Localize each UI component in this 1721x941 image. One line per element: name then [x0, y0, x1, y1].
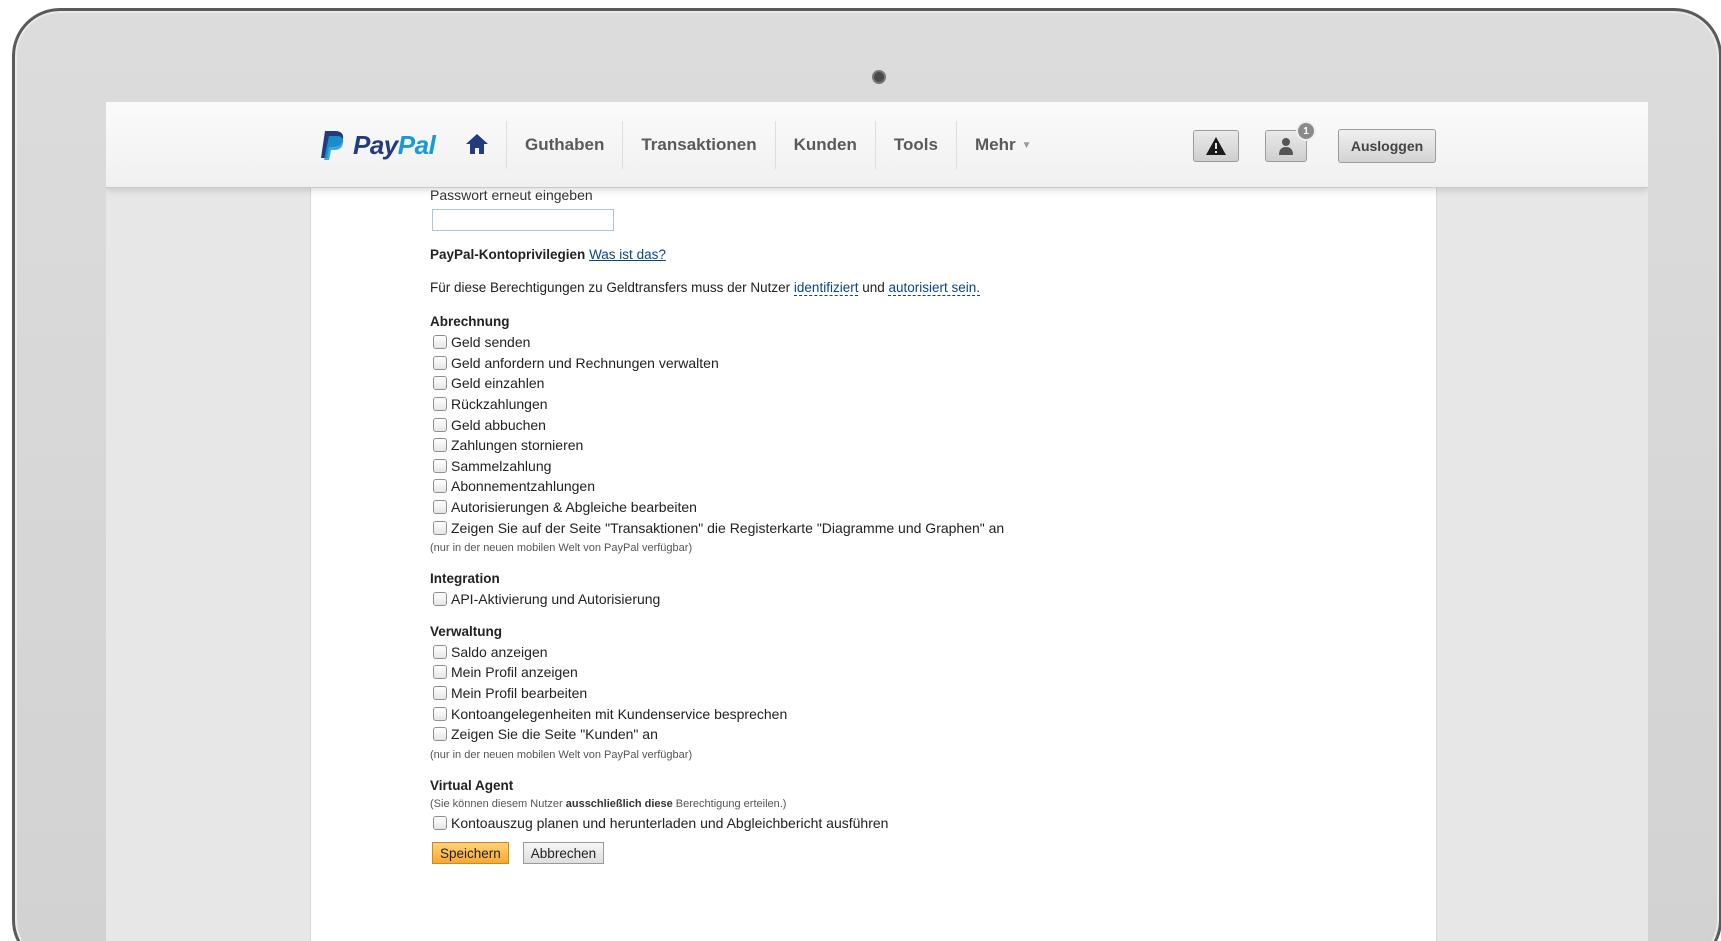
checkbox-row[interactable]: Kontoangelegenheiten mit Kundenservice b…	[430, 703, 1230, 724]
checkbox-row[interactable]: API-Aktivierung und Autorisierung	[430, 589, 1230, 610]
checkbox-row[interactable]: Zahlungen stornieren	[430, 435, 1230, 456]
billing-permissions-list: Geld senden Geld anfordern und Rechnunge…	[430, 332, 1230, 538]
home-icon[interactable]	[464, 132, 490, 156]
checkbox-row[interactable]: Saldo anzeigen	[430, 642, 1230, 663]
checkbox[interactable]	[433, 397, 447, 412]
save-button[interactable]: Speichern	[432, 842, 509, 865]
checkbox-row[interactable]: Kontoauszug planen und herunterladen und…	[430, 813, 1230, 834]
permissions-intro: Für diese Berechtigungen zu Geldtransfer…	[430, 280, 981, 296]
checkbox[interactable]	[433, 520, 447, 535]
checkbox-row[interactable]: Zeigen Sie die Seite "Kunden" an	[430, 724, 1230, 745]
form-actions: Speichern Abbrechen	[432, 842, 1230, 865]
administration-note: (nur in der neuen mobilen Welt von PayPa…	[430, 748, 693, 761]
paypal-logo-text: PayPal	[353, 129, 436, 160]
chevron-down-icon: ▼	[1021, 139, 1032, 151]
billing-note: (nur in der neuen mobilen Welt von PayPa…	[430, 541, 693, 554]
checkbox[interactable]	[433, 686, 447, 701]
nav-tools[interactable]: Tools	[874, 121, 956, 169]
nav-kunden[interactable]: Kunden	[774, 121, 875, 169]
integration-permissions-list: API-Aktivierung und Autorisierung	[430, 589, 1230, 610]
password-repeat-input[interactable]	[432, 209, 614, 231]
checkbox[interactable]	[433, 727, 447, 742]
camera-icon	[872, 70, 886, 84]
checkbox-row[interactable]: Mein Profil anzeigen	[430, 662, 1230, 683]
password-repeat-label: Passwort erneut eingeben	[430, 187, 593, 203]
logout-button[interactable]: Ausloggen	[1338, 129, 1436, 163]
checkbox[interactable]	[433, 665, 447, 680]
checkbox-row[interactable]: Autorisierungen & Abgleiche bearbeiten	[430, 497, 1230, 518]
checkbox[interactable]	[433, 815, 447, 830]
checkbox[interactable]	[433, 592, 447, 607]
checkbox-row[interactable]: Geld einzahlen	[430, 373, 1230, 394]
checkbox-row[interactable]: Sammelzahlung	[430, 456, 1230, 477]
paypal-logo[interactable]: PayPal	[319, 128, 436, 162]
checkbox[interactable]	[433, 479, 447, 494]
checkbox-row[interactable]: Mein Profil bearbeiten	[430, 683, 1230, 704]
notification-badge: 1	[1296, 121, 1316, 141]
checkbox-row[interactable]: Geld senden	[430, 332, 1230, 353]
authorized-link[interactable]: autorisiert sein.	[888, 280, 981, 296]
checkbox[interactable]	[433, 706, 447, 721]
privileges-heading: PayPal-Kontoprivilegien Was ist das?	[430, 247, 666, 262]
checkbox[interactable]	[433, 458, 447, 473]
nav-mehr[interactable]: Mehr ▼	[955, 121, 1050, 169]
virtual-agent-note: (Sie können diesem Nutzer ausschließlich…	[430, 797, 787, 810]
cancel-button[interactable]: Abbrechen	[522, 842, 605, 865]
identified-link[interactable]: identifiziert	[793, 280, 859, 296]
nav-guthaben[interactable]: Guthaben	[506, 121, 622, 169]
checkbox-row[interactable]: Geld anfordern und Rechnungen verwalten	[430, 353, 1230, 374]
checkbox[interactable]	[433, 376, 447, 391]
what-is-this-link[interactable]: Was ist das?	[589, 247, 666, 262]
nav-transaktionen[interactable]: Transaktionen	[622, 121, 774, 169]
checkbox[interactable]	[433, 335, 447, 350]
alerts-button[interactable]	[1193, 130, 1239, 162]
checkbox-row[interactable]: Rückzahlungen	[430, 394, 1230, 415]
checkbox[interactable]	[433, 438, 447, 453]
administration-permissions-list: Saldo anzeigen Mein Profil anzeigen Mein…	[430, 642, 1230, 745]
checkbox[interactable]	[433, 644, 447, 659]
checkbox[interactable]	[433, 355, 447, 370]
user-permissions-form: Passwort erneut eingeben PayPal-Kontopri…	[430, 187, 1230, 865]
section-title-integration: Integration	[430, 570, 500, 586]
paypal-logo-icon	[321, 131, 344, 160]
top-navigation-bar: PayPal Guthaben Transaktionen Kunden Too…	[106, 102, 1648, 188]
checkbox-row[interactable]: Abonnementzahlungen	[430, 476, 1230, 497]
warning-icon	[1206, 137, 1226, 155]
main-nav: Guthaben Transaktionen Kunden Tools Mehr…	[506, 121, 1050, 169]
checkbox-row[interactable]: Zeigen Sie auf der Seite "Transaktionen"…	[430, 517, 1230, 538]
user-icon	[1279, 138, 1293, 155]
checkbox-row[interactable]: Geld abbuchen	[430, 414, 1230, 435]
section-title-virtual-agent: Virtual Agent	[430, 777, 514, 793]
section-title-administration: Verwaltung	[430, 623, 503, 639]
virtual-agent-permissions-list: Kontoauszug planen und herunterladen und…	[430, 813, 1230, 834]
section-title-billing: Abrechnung	[430, 314, 510, 329]
checkbox[interactable]	[433, 417, 447, 432]
checkbox[interactable]	[433, 500, 447, 515]
